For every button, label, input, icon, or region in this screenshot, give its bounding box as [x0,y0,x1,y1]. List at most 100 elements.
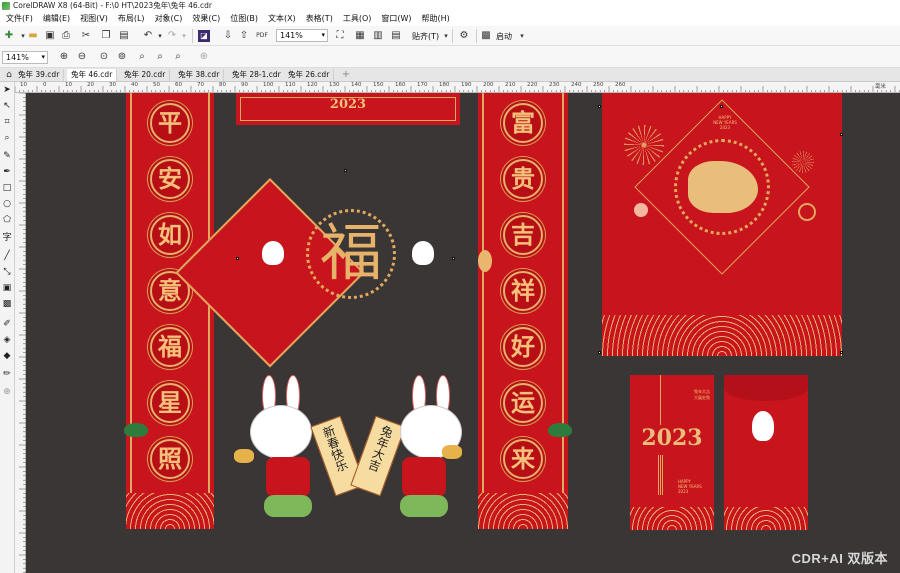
add-tool-icon[interactable]: ⊕ [1,386,13,398]
export-icon[interactable]: ⇧ [238,30,250,42]
menu-window[interactable]: 窗口(W) [381,13,411,24]
couplet-character: 安 [150,159,190,199]
text-tool-icon[interactable]: 字 [1,232,13,244]
top-banner[interactable]: 2023 [236,93,460,125]
connector-tool-icon[interactable]: ⤡ [1,266,13,278]
interactive-fill-tool-icon[interactable]: ◈ [1,334,13,346]
menu-text[interactable]: 文本(X) [268,13,296,24]
selection-handle[interactable] [840,351,843,354]
show-grid-icon[interactable]: ▥ [372,30,384,42]
full-screen-icon[interactable]: ⛶ [334,30,346,42]
cut-icon[interactable]: ✂ [80,30,92,42]
menu-effects[interactable]: 效果(C) [192,13,220,24]
red-envelope-back[interactable] [724,375,808,530]
color-eyedropper-tool-icon[interactable]: ✐ [1,318,13,330]
zoom-to-page-icon[interactable]: ⌕ [136,51,148,63]
menu-view[interactable]: 视图(V) [80,13,108,24]
show-guidelines-icon[interactable]: ▤ [390,30,402,42]
options-gear-icon[interactable]: ⚙ [458,30,470,42]
selection-handle[interactable] [720,105,723,108]
tab-tuzhen-28-1[interactable]: 兔年 28-1.cdr [228,69,286,81]
zoom-out-icon[interactable]: ⊖ [76,51,88,63]
ellipse-tool-icon[interactable]: ○ [1,198,13,210]
open-folder-icon[interactable]: ▬ [27,30,39,42]
zoom-to-all-objects-icon[interactable]: ⊚ [116,51,128,63]
tab-tuzhen-20[interactable]: 兔年 20.cdr [120,69,171,81]
vertical-ruler[interactable] [15,93,26,573]
new-tab-icon[interactable]: + [340,69,352,81]
tab-tuzhen-26[interactable]: 兔年 26.cdr [284,69,335,81]
menu-tools[interactable]: 工具(O) [343,13,372,24]
menu-file[interactable]: 文件(F) [6,13,33,24]
zoom-to-height-icon[interactable]: ⌕ [172,51,184,63]
menu-table[interactable]: 表格(T) [306,13,333,24]
selection-handle[interactable] [236,257,239,260]
transparency-tool-icon[interactable]: ▩ [1,298,13,310]
polygon-tool-icon[interactable]: ⬠ [1,214,13,226]
ruler-tick-label: 0 [43,82,47,88]
undo-dropdown-icon[interactable]: ▾ [154,30,166,42]
tab-label: 兔年 46.cdr [71,70,113,79]
ruler-tick-label: 200 [483,82,494,88]
menu-bitmaps[interactable]: 位图(B) [230,13,258,24]
application-launcher-icon[interactable]: ▩ [480,30,492,42]
selection-handle[interactable] [344,169,347,172]
snap-to-menu[interactable]: 贴齐(T) [412,31,439,42]
undo-icon[interactable]: ↶ [142,30,154,42]
add-icon[interactable]: ⊕ [198,51,210,63]
paste-icon[interactable]: ▤ [118,30,130,42]
selection-handle[interactable] [598,351,601,354]
menu-help[interactable]: 帮助(H) [422,13,450,24]
zoom-level-value: 141% [280,31,303,40]
parallel-dimension-tool-icon[interactable]: ╱ [1,250,13,262]
menu-layout[interactable]: 布局(L) [118,13,145,24]
publish-pdf-icon[interactable]: PDF [256,30,268,42]
menu-edit[interactable]: 编辑(E) [43,13,70,24]
copy-icon[interactable]: ❐ [100,30,112,42]
save-icon[interactable]: ▣ [44,30,56,42]
rectangle-tool-icon[interactable]: □ [1,182,13,194]
search-content-icon[interactable]: ◪ [198,30,210,42]
menu-object[interactable]: 对象(C) [155,13,183,24]
tab-tuzhen-38[interactable]: 兔年 38.cdr [174,69,225,81]
red-envelope-front[interactable]: 兔年大吉 大展宏兔 2023 HAPPY NEW YEARS 2023 [630,375,714,530]
right-couplet[interactable]: 富 贵 吉 祥 好 运 来 [478,93,568,529]
horizontal-ruler[interactable]: 10 0 10 20 30 40 50 60 70 80 90 100 110 … [15,82,900,93]
snap-dropdown-icon[interactable]: ▾ [440,30,452,42]
redo-icon[interactable]: ↷ [166,30,178,42]
drawing-canvas[interactable]: 平 安 如 意 福 星 照 2023 福 富 贵 吉 祥 好 运 来 新春快乐 … [26,93,900,573]
selection-handle[interactable] [840,133,843,136]
redo-dropdown-icon[interactable]: ▾ [178,30,190,42]
outline-pen-icon[interactable]: ✏ [1,368,13,380]
poster[interactable]: HAPPY NEW YEARS 2023 [602,93,842,356]
ruler-tick-label: 50 [153,82,160,88]
tab-tuzhen-39[interactable]: 兔年 39.cdr [14,69,65,81]
wave-pattern [630,507,714,530]
launch-menu[interactable]: 启动 [496,31,512,42]
new-document-icon[interactable]: ✚ [3,30,15,42]
zoom-levels-combo[interactable]: 141% ▾ [2,51,48,64]
selection-handle[interactable] [452,257,455,260]
zoom-tool-icon[interactable]: ⌕ [1,132,13,144]
crop-tool-icon[interactable]: ⌗ [1,116,13,128]
drop-shadow-tool-icon[interactable]: ▣ [1,282,13,294]
tab-tuzhen-46[interactable]: 兔年 46.cdr [67,69,118,81]
print-icon[interactable]: ⎙ [60,30,72,42]
zoom-in-icon[interactable]: ⊕ [58,51,70,63]
zoom-to-selected-icon[interactable]: ⊙ [98,51,110,63]
launch-dropdown-icon[interactable]: ▾ [516,30,528,42]
pick-tool-icon[interactable]: ➤ [1,84,13,96]
import-icon[interactable]: ⇩ [222,30,234,42]
left-couplet[interactable]: 平 安 如 意 福 星 照 [126,93,214,529]
shape-tool-icon[interactable]: ↖ [1,100,13,112]
couplet-character: 吉 [503,215,543,255]
zoom-level-combo[interactable]: 141% ▾ [276,29,328,42]
zoom-to-width-icon[interactable]: ⌕ [154,51,166,63]
selection-handle[interactable] [598,105,601,108]
artistic-media-tool-icon[interactable]: ✒ [1,166,13,178]
show-rulers-icon[interactable]: ▦ [354,30,366,42]
chevron-down-icon: ▾ [321,31,325,39]
freehand-tool-icon[interactable]: ✎ [1,150,13,162]
plum-flower-icon [634,203,648,217]
smart-fill-tool-icon[interactable]: ◆ [1,350,13,362]
